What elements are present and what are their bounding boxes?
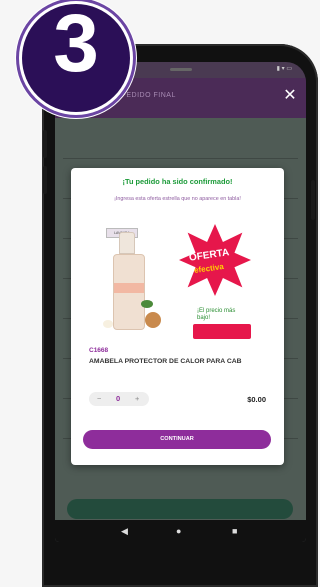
quantity-value[interactable]: 0 [116,394,120,403]
step-number: 3 [53,0,99,89]
phone-side-button [43,130,47,158]
leaf-decoration [141,300,153,308]
footer-button[interactable] [67,499,293,519]
product-price: $0.00 [247,395,266,404]
quantity-stepper[interactable]: − 0 + [89,392,149,406]
increment-button[interactable]: + [135,394,139,403]
decrement-button[interactable]: − [97,394,101,403]
product-name: AMABELA PROTECTOR DE CALOR PARA CAB [89,358,242,365]
modal-subtitle: ¡Ingresa esta oferta estrella que no apa… [114,196,241,202]
promo-banner: OFERTA efectiva ¡El precio más bajo! [179,220,269,339]
back-icon[interactable]: ◀ [121,526,128,537]
price-tag-icon [193,324,251,339]
bottle-sprayer [119,232,135,254]
modal-heading: ¡Tu pedido ha sido confirmado! [122,177,233,186]
status-icons: ▮ ▾ ▭ [276,66,292,72]
step-badge: 3 [22,0,130,112]
close-icon[interactable]: ✕ [282,88,298,104]
almond-decoration [145,312,161,328]
promo-price-text: ¡El precio más bajo! [197,308,236,321]
order-confirmation-modal: ¡Tu pedido ha sido confirmado! ¡Ingresa … [71,168,284,465]
flower-decoration [103,320,113,328]
android-nav-bar: ◀ ● ■ [55,520,306,542]
page-title: MI PEDIDO FINAL [110,92,176,99]
recent-apps-icon[interactable]: ■ [232,526,237,536]
product-image: LAVANDA [101,220,161,336]
notch [170,68,192,71]
home-icon[interactable]: ● [176,526,181,536]
product-sku: C1668 [89,347,109,354]
phone-side-button [43,166,47,194]
continue-button[interactable]: CONTINUAR [83,430,271,449]
bottle [113,254,145,330]
phone-side-button [311,180,315,220]
